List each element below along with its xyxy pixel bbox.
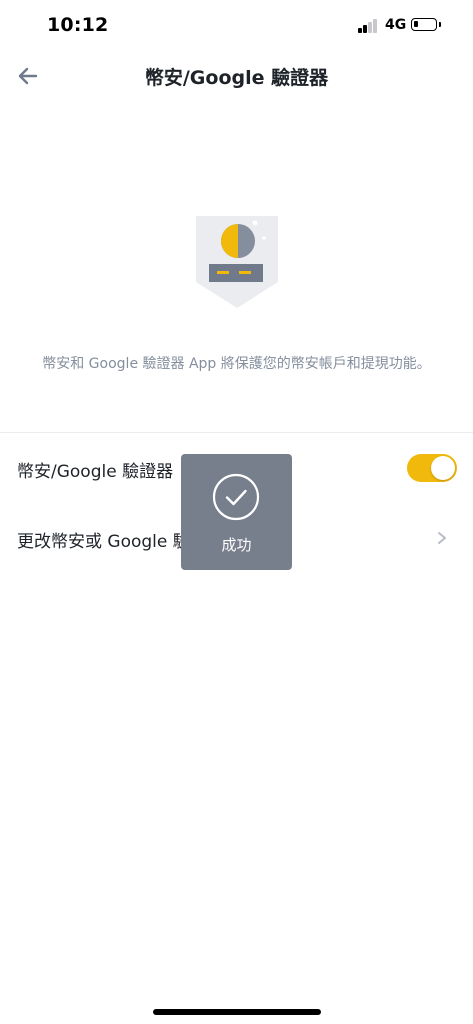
battery-icon <box>411 18 437 31</box>
battery-tip <box>439 22 441 27</box>
toast-message: 成功 <box>221 536 252 554</box>
status-time: 10:12 <box>47 14 109 36</box>
toggle-knob <box>431 456 455 480</box>
home-indicator[interactable] <box>153 1009 321 1015</box>
nav-bar: 幣安/Google 驗證器 <box>0 54 473 98</box>
authenticator-shield-icon <box>192 212 282 310</box>
chevron-right-icon <box>438 532 446 544</box>
divider <box>0 432 473 433</box>
authenticator-toggle[interactable] <box>407 454 457 482</box>
change-authenticator-label: 更改幣安或 Google 驗 <box>17 532 190 552</box>
network-type: 4G <box>385 17 407 33</box>
status-bar: 10:12 4G <box>0 0 473 54</box>
cellular-signal-icon <box>358 19 380 33</box>
authenticator-label: 幣安/Google 驗證器 <box>17 462 174 482</box>
description-text: 幣安和 Google 驗證器 App 將保護您的幣安帳戶和提現功能。 <box>42 356 431 372</box>
page-title: 幣安/Google 驗證器 <box>144 67 329 89</box>
check-circle-icon <box>212 473 260 521</box>
success-toast: 成功 <box>181 454 292 570</box>
